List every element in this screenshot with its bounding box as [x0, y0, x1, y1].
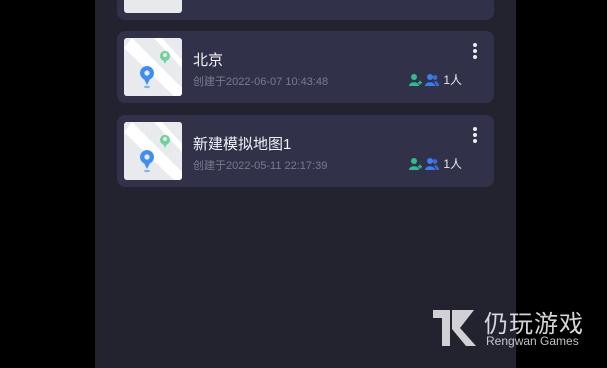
map-title: 北京: [193, 52, 224, 69]
member-info[interactable]: 1人: [408, 155, 462, 172]
member-count: 1人: [443, 157, 462, 171]
members-icon: [425, 73, 440, 86]
more-vertical-icon[interactable]: [472, 43, 478, 59]
watermark: 仍玩游戏 Rengwan Games: [430, 302, 600, 352]
more-vertical-icon[interactable]: [472, 127, 478, 143]
member-count: 1人: [443, 73, 462, 87]
map-pin-icon: [124, 38, 182, 96]
map-thumbnail: [124, 122, 182, 180]
member-info[interactable]: 1人: [408, 71, 462, 88]
map-pin-icon: [124, 122, 182, 180]
map-title: 新建模拟地图1: [193, 136, 292, 153]
map-created-date: 创建于2022-05-11 22:17:39: [193, 160, 328, 172]
add-member-icon: [409, 73, 423, 86]
add-member-icon: [409, 157, 423, 170]
members-icon: [425, 157, 440, 170]
rengwan-logo-icon: [433, 310, 476, 346]
map-thumbnail: [124, 38, 182, 96]
map-card[interactable]: 新建模拟地图1 创建于2022-05-11 22:17:39 1人: [117, 115, 494, 187]
map-created-date: 创建于2022-06-07 10:43:48: [193, 76, 329, 88]
map-card-partial[interactable]: [117, 0, 494, 20]
map-thumbnail: [124, 0, 182, 13]
watermark-name-en: Rengwan Games: [486, 334, 579, 348]
map-card[interactable]: 北京 创建于2022-06-07 10:43:48 1人: [117, 31, 494, 103]
